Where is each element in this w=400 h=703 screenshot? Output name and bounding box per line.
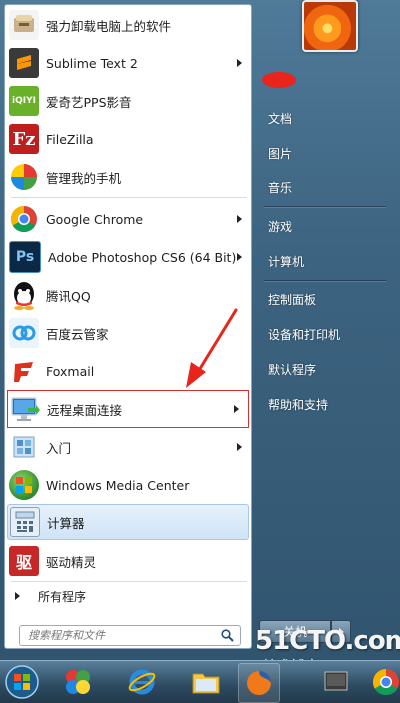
program-label: 远程桌面连接 — [47, 402, 123, 418]
submenu-arrow-icon[interactable] — [237, 253, 242, 261]
program-item-filezilla[interactable]: Fz FileZilla — [5, 120, 251, 158]
program-item-calculator[interactable]: 计算器 — [7, 504, 249, 540]
app-icon[interactable] — [58, 663, 98, 701]
right-item-computer[interactable]: 计算机 — [262, 249, 390, 273]
program-label: 百度云管家 — [46, 326, 109, 342]
driver-genius-icon: 驱 — [9, 546, 39, 576]
shutdown-button[interactable]: 关机 — [259, 620, 331, 643]
program-label: FileZilla — [46, 131, 94, 147]
program-list-pane: 强力卸载电脑上的软件 Sublime Text 2 iQIYI 爱奇艺PPS影音… — [4, 4, 252, 649]
right-item-label: 设备和打印机 — [268, 327, 341, 342]
ie-icon[interactable] — [122, 663, 162, 701]
program-label: 入门 — [46, 440, 72, 456]
right-item-default-programs[interactable]: 默认程序 — [262, 357, 390, 381]
uninstall-icon — [9, 10, 39, 40]
divider — [11, 197, 247, 198]
iqiyi-icon: iQIYI — [9, 86, 39, 116]
right-item-help-support[interactable]: 帮助和支持 — [262, 392, 390, 416]
photoshop-icon: Ps — [9, 241, 41, 273]
phone-manager-icon — [9, 162, 39, 192]
program-item-photoshop[interactable]: Ps Adobe Photoshop CS6 (64 Bit) — [5, 238, 251, 276]
user-picture[interactable] — [302, 0, 358, 52]
right-item-games[interactable]: 游戏 — [262, 214, 390, 238]
program-item-chrome[interactable]: Google Chrome — [5, 200, 251, 238]
submenu-arrow-icon[interactable] — [234, 405, 239, 413]
program-label: Google Chrome — [46, 211, 144, 227]
submenu-arrow-icon[interactable] — [237, 215, 242, 223]
program-item-phone-manager[interactable]: 管理我的手机 — [5, 158, 251, 196]
program-label: 爱奇艺PPS影音 — [46, 94, 132, 110]
explorer-icon[interactable] — [186, 663, 226, 701]
sublime-icon — [9, 48, 39, 78]
right-item-label: 图片 — [268, 146, 293, 161]
right-item-music[interactable]: 音乐 — [262, 175, 390, 199]
search-icon[interactable] — [221, 629, 234, 645]
program-item-uninstaller[interactable]: 强力卸载电脑上的软件 — [5, 6, 251, 44]
chevron-right-icon — [338, 627, 344, 636]
right-item-label: 文档 — [268, 111, 293, 126]
start-menu: 强力卸载电脑上的软件 Sublime Text 2 iQIYI 爱奇艺PPS影音… — [0, 0, 400, 660]
getting-started-icon — [9, 432, 39, 462]
program-item-iqiyi[interactable]: iQIYI 爱奇艺PPS影音 — [5, 82, 251, 120]
right-item-label: 默认程序 — [268, 362, 317, 377]
right-item-label: 音乐 — [268, 180, 293, 195]
program-item-driver-genius[interactable]: 驱 驱动精灵 — [5, 542, 251, 580]
remote-desktop-icon — [10, 394, 40, 424]
program-label: Sublime Text 2 — [46, 55, 138, 71]
right-item-control-panel[interactable]: 控制面板 — [262, 287, 390, 311]
redacted-username-mark — [262, 72, 296, 88]
program-label: 腾讯QQ — [46, 288, 91, 304]
program-label: Foxmail — [46, 363, 95, 379]
submenu-arrow-icon[interactable] — [237, 59, 242, 67]
right-item-label: 控制面板 — [268, 292, 317, 307]
program-item-foxmail[interactable]: Foxmail — [5, 352, 251, 390]
start-orb-icon[interactable] — [2, 663, 42, 701]
program-label: 计算器 — [47, 515, 85, 531]
filezilla-icon: Fz — [9, 124, 39, 154]
right-item-documents[interactable]: 文档 — [262, 106, 390, 130]
baidu-cloud-icon — [9, 318, 39, 348]
all-programs-button[interactable]: 所有程序 — [5, 582, 251, 610]
program-item-media-center[interactable]: Windows Media Center — [5, 466, 251, 504]
program-item-qq[interactable]: 腾讯QQ — [5, 276, 251, 314]
right-item-label: 帮助和支持 — [268, 397, 329, 412]
submenu-arrow-icon[interactable] — [237, 443, 242, 451]
firefox-icon[interactable] — [238, 663, 280, 703]
divider — [264, 280, 386, 281]
expand-arrow-icon — [15, 592, 20, 600]
program-label: 管理我的手机 — [46, 170, 122, 186]
qq-icon — [9, 280, 39, 310]
taskbar — [0, 660, 400, 703]
right-item-label: 计算机 — [268, 254, 305, 269]
program-label: 强力卸载电脑上的软件 — [46, 18, 172, 34]
shutdown-options-button[interactable] — [331, 620, 351, 643]
chrome-icon[interactable] — [366, 663, 400, 701]
shutdown-label: 关机 — [282, 625, 307, 639]
media-center-icon — [9, 470, 39, 500]
app-icon-2[interactable] — [316, 663, 356, 701]
program-item-baidu-cloud[interactable]: 百度云管家 — [5, 314, 251, 352]
search-box[interactable] — [19, 625, 241, 646]
program-item-sublime[interactable]: Sublime Text 2 — [5, 44, 251, 82]
program-label: 驱动精灵 — [46, 554, 97, 570]
right-item-devices-printers[interactable]: 设备和打印机 — [262, 322, 390, 346]
foxmail-icon — [9, 356, 39, 386]
program-item-getting-started[interactable]: 入门 — [5, 428, 251, 466]
all-programs-label: 所有程序 — [38, 589, 87, 604]
search-input[interactable] — [28, 629, 218, 642]
chrome-icon — [9, 204, 39, 234]
program-label: Windows Media Center — [46, 477, 190, 493]
divider — [264, 206, 386, 207]
program-item-remote-desktop[interactable]: 远程桌面连接 — [7, 390, 249, 428]
program-label: Adobe Photoshop CS6 (64 Bit) — [48, 249, 237, 265]
right-item-pictures[interactable]: 图片 — [262, 141, 390, 165]
calculator-icon — [10, 507, 40, 537]
right-item-label: 游戏 — [268, 219, 293, 234]
